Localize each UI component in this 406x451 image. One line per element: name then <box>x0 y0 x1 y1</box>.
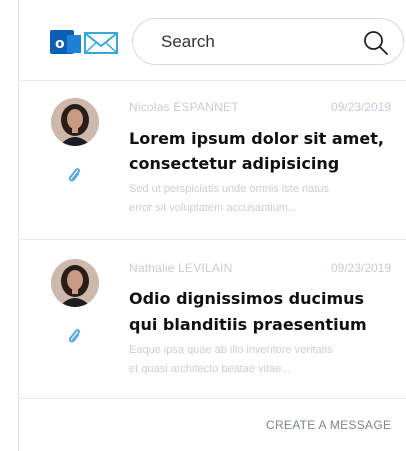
avatar-image <box>51 98 99 146</box>
search-icon[interactable] <box>363 30 389 56</box>
message-preview-line2: error sit voluptatem accusantium... <box>129 202 298 214</box>
attachment-icon <box>68 168 80 182</box>
search-input[interactable] <box>161 29 341 55</box>
create-message-button[interactable]: CREATE A MESSAGE <box>266 418 391 432</box>
avatar-image <box>51 259 99 307</box>
message-subject-line1: Odio dignissimos ducimus <box>129 289 365 308</box>
search-bar[interactable] <box>132 18 404 65</box>
svg-text:o: o <box>55 36 65 52</box>
outlook-logo-icon: o <box>50 30 118 54</box>
message-preview-line1: Sed ut perspiciatis unde omnis iste natu… <box>129 183 329 195</box>
message-date: 09/23/2019 <box>331 261 392 275</box>
message-item[interactable]: Nathalie LEVILAIN 09/23/2019 Odio dignis… <box>19 240 406 399</box>
message-item[interactable]: Nicolas ESPANNET 09/23/2019 Lorem ipsum … <box>19 81 406 240</box>
header: o <box>19 0 406 81</box>
message-preview-line1: Eaque ipsa quae ab illo inventore verita… <box>129 344 333 356</box>
message-sender: Nicolas ESPANNET <box>129 100 239 114</box>
message-preview-line2: et quasi architecto beatae vitae... <box>129 363 291 375</box>
attachment-icon <box>68 329 80 343</box>
outlook-panel: o Nicolas <box>18 0 406 451</box>
message-sender: Nathalie LEVILAIN <box>129 261 233 275</box>
message-subject-line1: Lorem ipsum dolor sit amet, <box>129 129 384 148</box>
message-date: 09/23/2019 <box>331 100 392 114</box>
message-subject-line2: consectetur adipisicing <box>129 154 340 173</box>
message-subject-line2: qui blanditiis praesentium <box>129 315 367 334</box>
avatar <box>51 98 99 146</box>
avatar <box>51 259 99 307</box>
